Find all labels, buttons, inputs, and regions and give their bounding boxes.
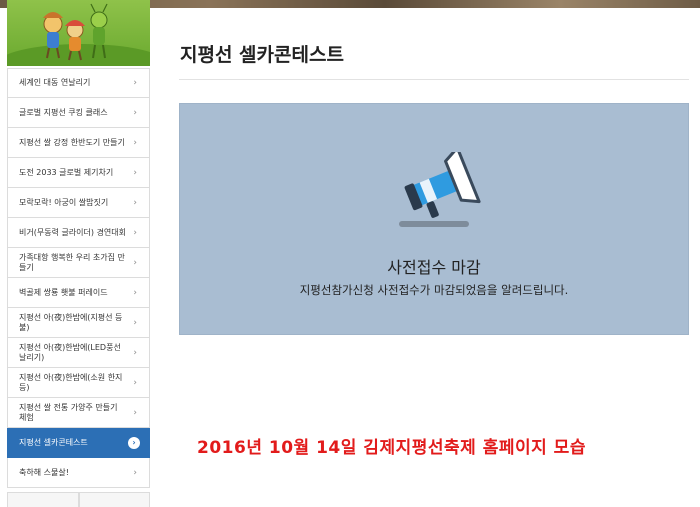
sidebar-item[interactable]: 가족대항 행복한 우리 초가집 만들기 › xyxy=(7,248,150,278)
sidebar: 세계인 대동 연날리기 › 글로벌 지평선 쿠킹 클래스 › 지평선 쌀 강정 … xyxy=(7,0,150,507)
chevron-right-icon: › xyxy=(133,257,137,268)
quick-link-box[interactable] xyxy=(78,492,150,507)
sidebar-item-label: 지평선 쌀 강정 한반도기 만들기 xyxy=(19,137,125,147)
sidebar-item-label: 세계인 대동 연날리기 xyxy=(19,78,91,87)
sidebar-item[interactable]: 지평선 아(夜)한밤에(LED풍선 날리기) › xyxy=(7,338,150,368)
sidebar-item-active[interactable]: 지평선 셀카콘테스트 › xyxy=(7,428,150,458)
sidebar-item[interactable]: 도전 2033 글로벌 제기차기 › xyxy=(7,158,150,188)
sidebar-item-label: 모락모락! 아궁이 쌀밥짓기 xyxy=(19,197,109,207)
sidebar-item-label: 벽골제 쌍룡 횃불 퍼레이드 xyxy=(19,287,108,297)
sidebar-item[interactable]: 축하해 스물살! › xyxy=(7,458,150,488)
megaphone-icon xyxy=(404,152,481,218)
sidebar-item[interactable]: 모락모락! 아궁이 쌀밥짓기 › xyxy=(7,188,150,218)
chevron-right-icon: › xyxy=(133,107,137,118)
sidebar-item-label: 지평선 아(夜)한밤에(소원 한지등) xyxy=(19,372,123,392)
chevron-right-icon: › xyxy=(128,436,140,449)
sidebar-item-label: 가족대항 행복한 우리 초가집 만들기 xyxy=(19,252,125,272)
sidebar-item[interactable]: 비거(무동력 글라이더) 경연대회 › xyxy=(7,218,150,248)
sidebar-bottom-links xyxy=(7,492,150,507)
chevron-right-icon: › xyxy=(133,317,137,328)
sidebar-item[interactable]: 지평선 쌀 강정 한반도기 만들기 › xyxy=(7,128,150,158)
chevron-right-icon: › xyxy=(133,137,137,148)
sidebar-item-label: 지평선 아(夜)한밤에(지평선 등불) xyxy=(19,312,123,332)
chevron-right-icon: › xyxy=(133,167,137,178)
sidebar-menu: 세계인 대동 연날리기 › 글로벌 지평선 쿠킹 클래스 › 지평선 쌀 강정 … xyxy=(7,68,150,488)
sidebar-item[interactable]: 지평선 아(夜)한밤에(지평선 등불) › xyxy=(7,308,150,338)
page-title: 지평선 셀카콘테스트 xyxy=(180,44,344,66)
chevron-right-icon: › xyxy=(133,287,137,298)
chevron-right-icon: › xyxy=(133,407,137,418)
sidebar-item[interactable]: 지평선 아(夜)한밤에(소원 한지등) › xyxy=(7,368,150,398)
sidebar-item-label: 도전 2033 글로벌 제기차기 xyxy=(19,167,114,177)
caption-text: 2016년 10월 14일 김제지평선축제 홈페이지 모습 xyxy=(197,438,586,458)
chevron-right-icon: › xyxy=(133,197,137,208)
notice-title: 사전접수 마감 xyxy=(387,258,481,277)
chevron-right-icon: › xyxy=(133,78,137,88)
sidebar-item[interactable]: 벽골제 쌍룡 횃불 퍼레이드 › xyxy=(7,278,150,308)
notice-panel: 사전접수 마감 지평선참가신청 사전접수가 마감되었음을 알려드립니다. xyxy=(179,103,689,335)
sidebar-item-label: 글로벌 지평선 쿠킹 클래스 xyxy=(19,107,108,117)
chevron-right-icon: › xyxy=(133,377,137,388)
sidebar-item[interactable]: 지평선 쌀 전통 가양주 만들기 체험 › xyxy=(7,398,150,428)
chevron-right-icon: › xyxy=(133,227,137,238)
sidebar-item-label: 지평선 쌀 전통 가양주 만들기 체험 xyxy=(19,402,118,422)
sidebar-item-label: 축하해 스물살! xyxy=(19,467,69,477)
mascot-illustration xyxy=(43,3,108,61)
quick-link-box[interactable] xyxy=(7,492,79,507)
sidebar-item-label: 지평선 아(夜)한밤에(LED풍선 날리기) xyxy=(19,342,121,362)
sidebar-item-label: 지평선 셀카콘테스트 xyxy=(19,437,88,447)
sidebar-item[interactable]: 세계인 대동 연날리기 › xyxy=(7,68,150,98)
sidebar-banner xyxy=(7,0,150,66)
sidebar-item-label: 비거(무동력 글라이더) 경연대회 xyxy=(19,227,127,237)
chevron-right-icon: › xyxy=(133,467,137,478)
chevron-right-icon: › xyxy=(133,347,137,358)
megaphone-shadow xyxy=(399,221,469,227)
notice-description: 지평선참가신청 사전접수가 마감되었음을 알려드립니다. xyxy=(299,283,569,297)
title-divider xyxy=(179,79,689,80)
sidebar-item[interactable]: 글로벌 지평선 쿠킹 클래스 › xyxy=(7,98,150,128)
